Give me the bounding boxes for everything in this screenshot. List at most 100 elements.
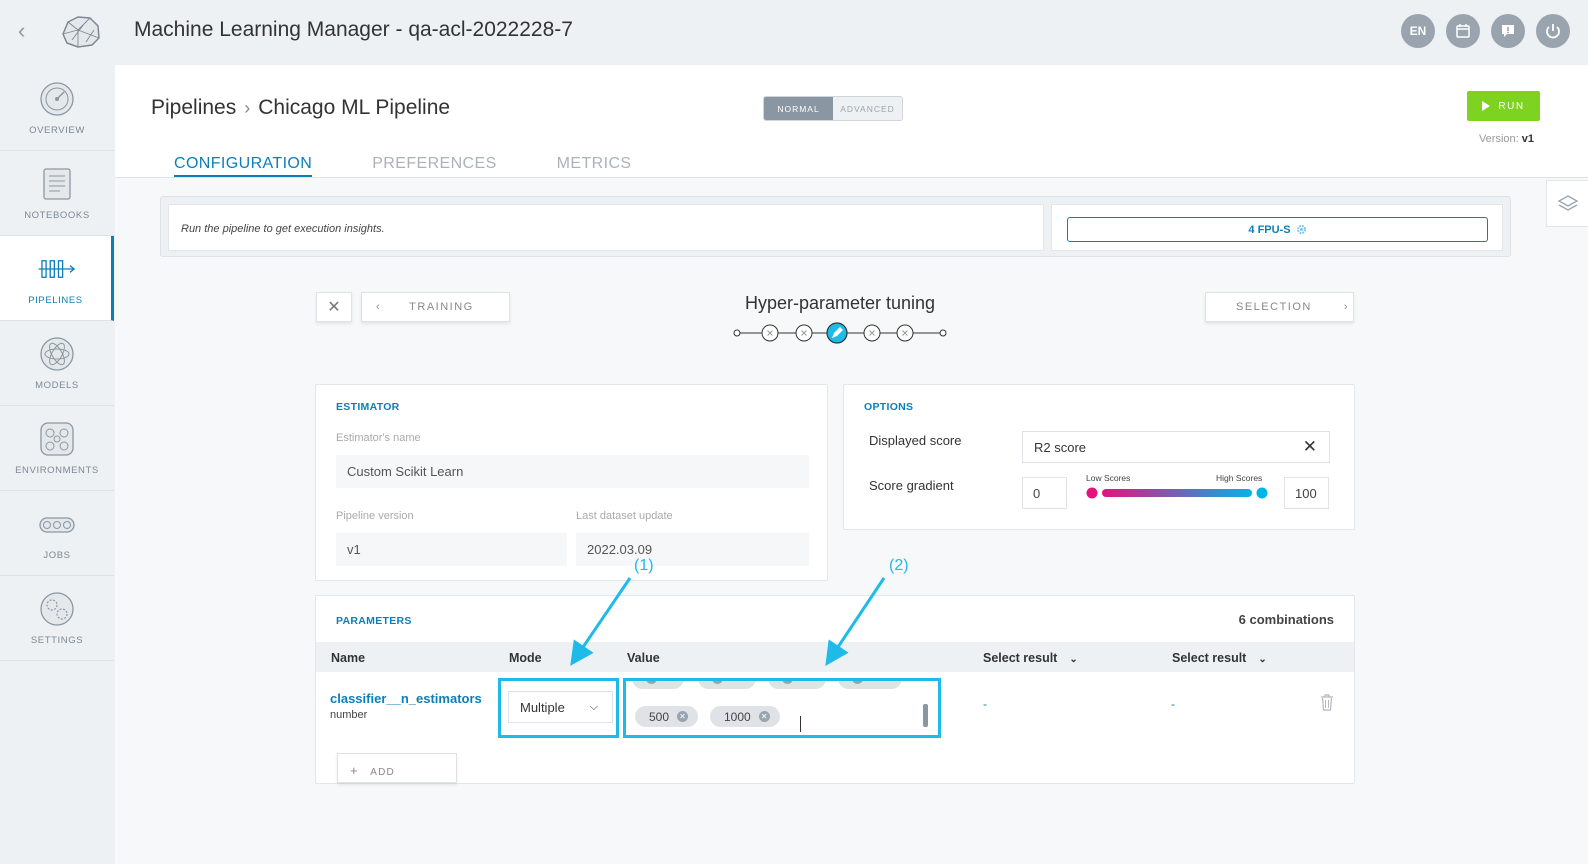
sidebar-item-label: ENVIRONMENTS: [15, 464, 99, 476]
tab-metrics[interactable]: METRICS: [557, 155, 632, 177]
step-progress: [733, 322, 947, 344]
options-card: OPTIONS Displayed score R2 score ✕ Score…: [843, 384, 1355, 530]
low-scores-label: Low Scores: [1086, 473, 1131, 483]
sidebar-item-label: SETTINGS: [30, 634, 84, 646]
feedback-button[interactable]: [1491, 14, 1525, 48]
annotation-label-1: (1): [634, 557, 654, 574]
clear-icon[interactable]: ✕: [1303, 437, 1317, 457]
estimator-title: ESTIMATOR: [336, 401, 400, 413]
conveyor-icon: [39, 516, 75, 533]
sidebar-item-pipelines[interactable]: PIPELINES: [0, 236, 114, 321]
last-update-label: Last dataset update: [576, 510, 673, 522]
chevron-left-icon: ‹: [376, 301, 382, 313]
annotation-box-mode: [498, 678, 619, 738]
sidebar-item-overview[interactable]: OVERVIEW: [0, 66, 114, 151]
sidebar-item-models[interactable]: MODELS: [0, 321, 114, 406]
displayed-score-select[interactable]: R2 score ✕: [1022, 431, 1330, 463]
sidebar-item-label: PIPELINES: [28, 294, 83, 306]
trash-icon[interactable]: [1320, 694, 1334, 711]
next-step-label: SELECTION: [1236, 301, 1312, 313]
mode-advanced-button[interactable]: ADVANCED: [833, 97, 902, 120]
close-icon: ✕: [327, 299, 341, 316]
step-1-icon[interactable]: [761, 324, 779, 342]
sidebar-item-settings[interactable]: SETTINGS: [0, 576, 114, 661]
layers-button[interactable]: [1546, 180, 1588, 227]
estimator-name-field: Custom Scikit Learn: [336, 455, 809, 488]
score-gradient-bar: [1086, 487, 1268, 499]
parameter-type: number: [330, 709, 368, 721]
chevron-right-icon: ›: [1343, 301, 1350, 313]
notebook-icon: [43, 167, 71, 200]
step-3-active-icon[interactable]: [826, 322, 848, 344]
displayed-score-value: R2 score: [1034, 440, 1087, 455]
sidebar-item-label: NOTEBOOKS: [24, 209, 90, 221]
app-title: Machine Learning Manager - qa-acl-202222…: [134, 18, 573, 41]
sidebar-item-environments[interactable]: ENVIRONMENTS: [0, 406, 114, 491]
version-info: Version: v1: [1479, 133, 1534, 145]
next-step-button[interactable]: SELECTION ›: [1205, 292, 1354, 322]
select-result-label: Select result: [983, 651, 1058, 665]
select-result-value-2[interactable]: -: [1171, 697, 1175, 711]
gears-icon: [40, 591, 74, 626]
step-4-icon[interactable]: [863, 324, 881, 342]
run-label: RUN: [1498, 100, 1525, 112]
mode-normal-button[interactable]: NORMAL: [764, 97, 833, 120]
top-actions: EN: [1401, 14, 1570, 48]
breadcrumb-root[interactable]: Pipelines: [151, 96, 236, 120]
sidebar-item-label: JOBS: [43, 549, 71, 561]
calendar-button[interactable]: [1446, 14, 1480, 48]
gradient-min-input[interactable]: 0: [1022, 477, 1067, 509]
chevron-down-icon: ⌄: [1069, 654, 1078, 665]
combinations-count: 6 combinations: [1238, 612, 1334, 627]
chevron-down-icon: ⌄: [1258, 654, 1267, 665]
gear-icon: [1296, 225, 1306, 234]
breadcrumb: Pipelines › Chicago ML Pipeline: [151, 96, 450, 120]
language-button[interactable]: EN: [1401, 14, 1435, 48]
annotation-box-value: [623, 678, 941, 738]
parameters-title: PARAMETERS: [336, 615, 412, 627]
tab-preferences[interactable]: PREFERENCES: [372, 155, 496, 177]
parameter-name[interactable]: classifier__n_estimators: [330, 691, 482, 706]
play-icon: [1482, 101, 1491, 111]
add-parameter-button[interactable]: + ADD: [337, 753, 457, 783]
fpu-label: 4 FPU-S: [1248, 223, 1291, 236]
estimator-name-label: Estimator's name: [336, 432, 421, 444]
step-2-icon[interactable]: [795, 324, 813, 342]
column-value: Value: [627, 651, 660, 665]
last-update-field: 2022.03.09: [576, 533, 809, 566]
atom-icon: [40, 336, 74, 371]
previous-step-button[interactable]: ‹ TRAINING: [361, 292, 510, 322]
back-chevron-icon[interactable]: ‹: [18, 20, 38, 42]
step-5-icon[interactable]: [896, 324, 914, 342]
column-select-result-2[interactable]: Select result ⌄: [1172, 651, 1267, 665]
options-title: OPTIONS: [864, 401, 914, 413]
select-result-value-1[interactable]: -: [983, 697, 987, 711]
main-panel: Pipelines › Chicago ML Pipeline NORMAL A…: [115, 65, 1588, 864]
previous-step-label: TRAINING: [409, 301, 474, 313]
run-button[interactable]: RUN: [1467, 91, 1540, 121]
tab-configuration[interactable]: CONFIGURATION: [174, 155, 313, 177]
pipeline-version-label: Pipeline version: [336, 510, 414, 522]
close-button[interactable]: ✕: [316, 292, 352, 322]
execution-info-bar: Run the pipeline to get execution insigh…: [160, 196, 1511, 257]
pipeline-icon: [38, 259, 75, 278]
power-button[interactable]: [1536, 14, 1570, 48]
estimator-card: ESTIMATOR Estimator's name Custom Scikit…: [315, 384, 828, 581]
column-select-result-1[interactable]: Select result ⌄: [983, 651, 1078, 665]
sidebar-item-label: MODELS: [35, 379, 79, 391]
sidebar-item-jobs[interactable]: JOBS: [0, 491, 114, 576]
version-value: v1: [1521, 133, 1534, 145]
pipeline-version-field: v1: [336, 533, 567, 566]
sidebar-item-notebooks[interactable]: NOTEBOOKS: [0, 151, 114, 236]
fpu-button[interactable]: 4 FPU-S: [1067, 217, 1488, 242]
gradient-max-input[interactable]: 100: [1284, 477, 1329, 509]
version-label: Version:: [1478, 133, 1519, 145]
calendar-icon: [1456, 24, 1470, 38]
column-mode: Mode: [509, 651, 542, 665]
network-icon: [40, 421, 74, 456]
select-result-label: Select result: [1172, 651, 1247, 665]
high-scores-label: High Scores: [1216, 473, 1263, 483]
top-bar: ‹ Machine Learning Manager - qa-acl-2022…: [0, 0, 1588, 62]
breadcrumb-current: Chicago ML Pipeline: [258, 96, 451, 119]
fpu-panel: 4 FPU-S: [1051, 204, 1503, 251]
